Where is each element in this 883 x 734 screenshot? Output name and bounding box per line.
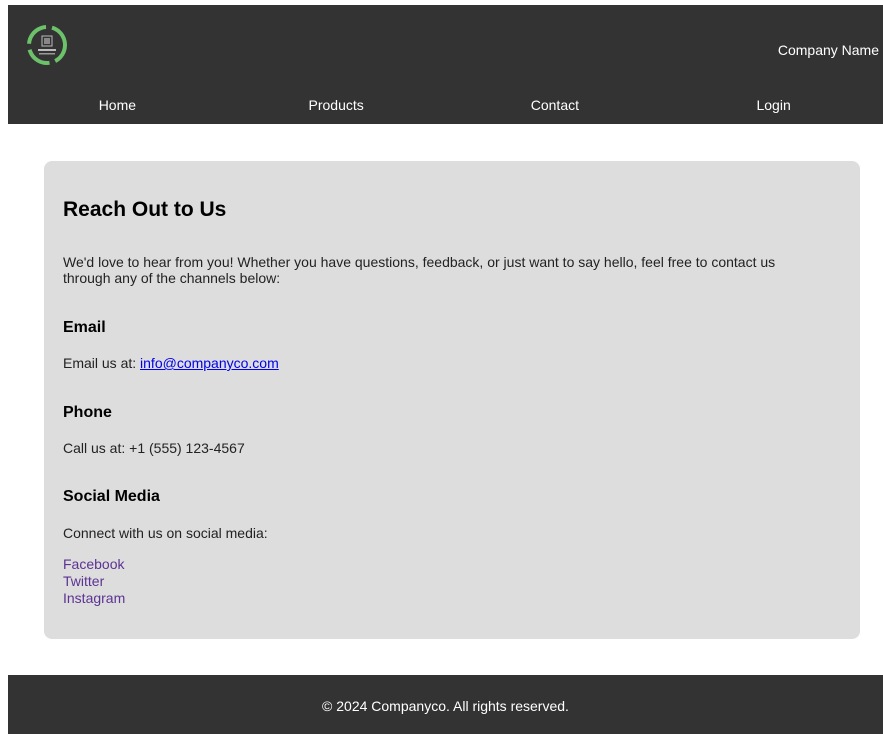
email-link[interactable]: info@companyco.com — [140, 355, 279, 371]
list-item: Instagram — [63, 590, 125, 607]
leaf-ring-logo-icon — [27, 25, 67, 65]
list-item: Facebook — [63, 556, 125, 573]
email-line: Email us at: info@companyco.com — [63, 355, 279, 371]
company-logo[interactable] — [24, 22, 70, 68]
intro-text: We'd love to hear from you! Whether you … — [63, 254, 776, 286]
contact-card: Reach Out to Us We'd love to hear from y… — [44, 161, 860, 639]
instagram-link[interactable]: Instagram — [63, 590, 125, 606]
page-title: Reach Out to Us — [63, 198, 227, 221]
nav-item-home[interactable]: Home — [8, 87, 227, 124]
site-header: Company Name Home Products Contact Login — [8, 5, 883, 124]
nav-item-products[interactable]: Products — [227, 87, 446, 124]
phone-heading: Phone — [63, 404, 112, 421]
nav-item-login[interactable]: Login — [664, 87, 883, 124]
main-nav: Home Products Contact Login — [8, 87, 883, 124]
company-name: Company Name — [777, 42, 879, 58]
copyright-text: © 2024 Companyco. All rights reserved. — [322, 698, 569, 714]
facebook-link[interactable]: Facebook — [63, 556, 124, 572]
social-heading: Social Media — [63, 488, 160, 505]
email-heading: Email — [63, 319, 106, 336]
social-links-list: Facebook Twitter Instagram — [63, 556, 125, 607]
nav-item-contact[interactable]: Contact — [446, 87, 665, 124]
list-item: Twitter — [63, 573, 125, 590]
twitter-link[interactable]: Twitter — [63, 573, 104, 589]
site-footer: © 2024 Companyco. All rights reserved. — [8, 675, 883, 734]
phone-text: Call us at: +1 (555) 123-4567 — [63, 440, 245, 456]
social-text: Connect with us on social media: — [63, 525, 268, 541]
email-prefix: Email us at: — [63, 355, 141, 371]
